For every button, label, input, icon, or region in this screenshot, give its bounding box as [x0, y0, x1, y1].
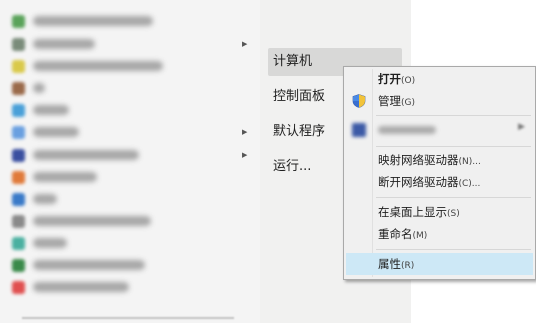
program-item[interactable]	[12, 192, 57, 206]
app-icon	[12, 236, 25, 250]
show-desktop-label: 在桌面上显示	[378, 205, 447, 219]
open-accel: (O)	[401, 76, 416, 86]
submenu-arrow-icon: ▶	[242, 40, 248, 48]
program-item[interactable]	[12, 37, 95, 51]
search-box-edge	[22, 317, 234, 319]
blurred-menu-item[interactable]: ▶	[346, 117, 533, 143]
program-item[interactable]	[12, 214, 151, 228]
blurred-program-label	[33, 282, 129, 292]
submenu-arrow-icon: ▶	[242, 151, 248, 159]
uac-shield-icon	[352, 94, 366, 108]
context-item-show-on-desktop[interactable]: 在桌面上显示(S)	[346, 201, 533, 223]
menu-separator	[376, 146, 531, 147]
map-drive-accel: (N)...	[458, 157, 481, 167]
context-item-open[interactable]: 打开(O)	[346, 68, 533, 90]
program-item[interactable]	[12, 103, 69, 117]
app-icon	[12, 148, 25, 162]
submenu-arrow-icon: ▶	[518, 122, 525, 132]
blurred-program-label	[33, 172, 97, 182]
program-item[interactable]	[12, 148, 139, 162]
manage-label: 管理	[378, 94, 401, 108]
app-icon	[12, 37, 25, 51]
blurred-program-label	[33, 216, 151, 226]
context-item-properties[interactable]: 属性(R)	[346, 253, 533, 275]
context-item-manage[interactable]: 管理(G)	[346, 90, 533, 112]
program-item[interactable]	[12, 236, 67, 250]
blurred-program-label	[33, 150, 139, 160]
start-menu-programs-pane: ▶ ▶ ▶	[0, 0, 261, 323]
app-icon	[12, 103, 25, 117]
app-icon	[12, 192, 25, 206]
blurred-program-label	[33, 39, 95, 49]
properties-label: 属性	[378, 257, 401, 271]
context-item-disconnect-network-drive[interactable]: 断开网络驱动器(C)...	[346, 171, 533, 193]
context-item-rename[interactable]: 重命名(M)	[346, 223, 533, 245]
submenu-arrow-icon: ▶	[242, 128, 248, 136]
disconnect-drive-label: 断开网络驱动器	[378, 175, 459, 189]
blurred-program-label	[33, 105, 69, 115]
program-item[interactable]	[12, 59, 163, 73]
app-icon	[12, 214, 25, 228]
menu-separator	[376, 115, 531, 116]
menu-separator	[376, 249, 531, 250]
app-icon	[12, 81, 25, 95]
app-icon	[12, 14, 25, 28]
blurred-program-label	[33, 238, 67, 248]
disconnect-drive-accel: (C)...	[458, 179, 481, 189]
blurred-program-label	[33, 61, 163, 71]
app-icon	[12, 170, 25, 184]
blurred-program-label	[33, 83, 45, 93]
rename-accel: (M)	[412, 231, 428, 241]
map-drive-label: 映射网络驱动器	[378, 153, 459, 167]
menu-separator	[376, 197, 531, 198]
program-item[interactable]	[12, 14, 153, 28]
app-icon	[352, 123, 366, 137]
app-icon	[12, 59, 25, 73]
open-label: 打开	[378, 72, 401, 86]
blurred-program-label	[33, 194, 57, 204]
manage-accel: (G)	[401, 98, 415, 108]
rename-label: 重命名	[378, 227, 413, 241]
app-icon	[12, 280, 25, 294]
computer-context-menu: 打开(O) 管理(G) ▶ 映射网络驱动器(N)... 断开网络驱动器(C)..…	[343, 66, 536, 280]
app-icon	[12, 125, 25, 139]
show-desktop-accel: (S)	[447, 209, 460, 219]
program-item[interactable]	[12, 81, 45, 95]
blurred-program-label	[33, 260, 145, 270]
app-icon	[12, 258, 25, 272]
program-item[interactable]	[12, 258, 145, 272]
properties-accel: (R)	[401, 261, 415, 271]
context-item-map-network-drive[interactable]: 映射网络驱动器(N)...	[346, 149, 533, 171]
blurred-program-label	[33, 127, 79, 137]
program-item[interactable]	[12, 280, 129, 294]
blurred-item-label	[378, 126, 436, 134]
program-item[interactable]	[12, 125, 79, 139]
blurred-program-label	[33, 16, 153, 26]
program-item[interactable]	[12, 170, 97, 184]
